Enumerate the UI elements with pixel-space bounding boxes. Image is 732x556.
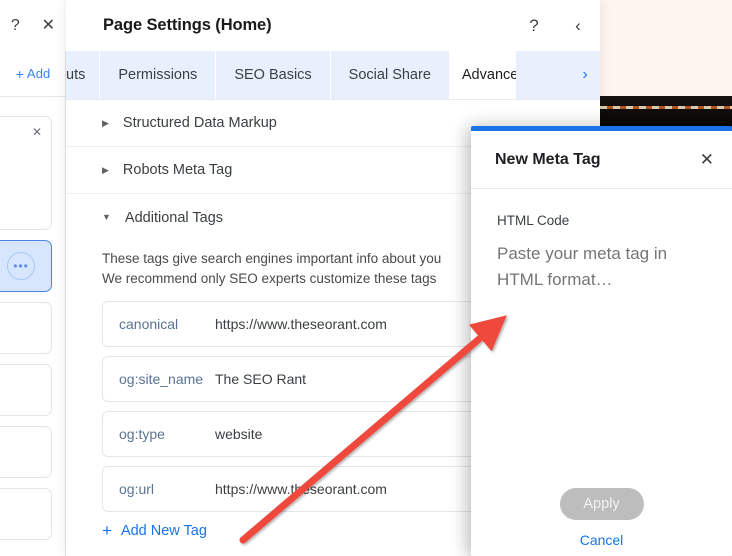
tag-key: og:type [119, 426, 165, 442]
plus-icon: + [102, 521, 112, 540]
tag-key: og:site_name [119, 371, 204, 387]
chevron-down-icon: ▼ [102, 212, 111, 222]
tab-label: SEO Basics [234, 67, 312, 83]
tab-label: uts [66, 67, 86, 83]
plus-icon: + [15, 65, 24, 82]
background-card[interactable] [0, 302, 52, 354]
tab-permissions[interactable]: Permissions [100, 51, 217, 99]
tag-key: og:url [119, 481, 155, 497]
tag-value: website [215, 426, 263, 442]
close-icon[interactable]: ✕ [42, 17, 55, 34]
chevron-right-icon: ▶ [102, 164, 109, 175]
window-header: Page Settings (Home) ? ‹ [66, 0, 600, 51]
html-code-label: HTML Code [497, 213, 570, 228]
background-card-stack: ✕ ••• [0, 116, 66, 550]
new-meta-tag-dialog: New Meta Tag ✕ HTML Code Apply Cancel [471, 126, 732, 556]
dialog-header: New Meta Tag ✕ [471, 131, 732, 189]
dialog-footer: Apply Cancel [471, 468, 732, 556]
tag-key: canonical [119, 316, 179, 332]
close-icon[interactable]: ✕ [700, 151, 714, 168]
tab-layouts[interactable]: uts [66, 51, 101, 99]
tab-social-share[interactable]: Social Share [331, 51, 450, 99]
road-dashed-line [600, 106, 732, 109]
tab-label: Advanced [461, 67, 516, 83]
window-left-controls: ? ✕ [0, 0, 66, 51]
background-card[interactable]: ✕ [0, 116, 52, 230]
tab-seo-basics[interactable]: SEO Basics [216, 51, 331, 99]
background-card-selected[interactable]: ••• [0, 240, 52, 292]
tag-value: https://www.theseorant.com [215, 481, 387, 497]
section-label: Robots Meta Tag [122, 162, 233, 178]
tab-bar: uts Permissions SEO Basics Social Share … [66, 51, 600, 100]
section-label: Structured Data Markup [122, 115, 277, 131]
add-button[interactable]: + Add [16, 66, 51, 82]
background-card[interactable] [0, 426, 52, 478]
chevron-left-icon[interactable]: ‹ [556, 0, 600, 51]
add-new-tag-label: Add New Tag [120, 523, 207, 539]
page-title: Page Settings (Home) [103, 16, 272, 34]
chevron-right-icon[interactable]: › [570, 51, 600, 99]
close-icon[interactable]: ✕ [32, 126, 42, 138]
help-icon[interactable]: ? [512, 0, 556, 51]
left-panel-add-row[interactable]: + Add [0, 51, 66, 97]
left-background-panel: + Add ✕ ••• [0, 0, 66, 556]
dialog-body: HTML Code [471, 189, 732, 469]
tab-label: Permissions [118, 67, 198, 83]
window-header-controls: ? ‹ [512, 0, 600, 51]
background-card[interactable] [0, 488, 52, 540]
tag-value: The SEO Rant [215, 371, 307, 387]
tab-label: Social Share [348, 67, 431, 83]
dialog-title: New Meta Tag [495, 150, 601, 168]
tab-advanced[interactable]: Advanced [449, 51, 516, 99]
html-code-input[interactable] [497, 241, 708, 401]
more-options-icon[interactable]: ••• [7, 252, 35, 280]
apply-button[interactable]: Apply [559, 488, 644, 520]
add-button-label: Add [26, 66, 51, 81]
screenshot-root: + Add ✕ ••• ? ✕ Page Settings (Home) ? ‹… [0, 0, 732, 556]
background-card[interactable] [0, 364, 52, 416]
chevron-right-icon: ▶ [102, 117, 109, 128]
tag-value: https://www.theseorant.com [215, 316, 387, 332]
help-icon[interactable]: ? [11, 17, 20, 34]
cancel-button[interactable]: Cancel [580, 532, 624, 548]
section-label: Additional Tags [124, 209, 224, 226]
